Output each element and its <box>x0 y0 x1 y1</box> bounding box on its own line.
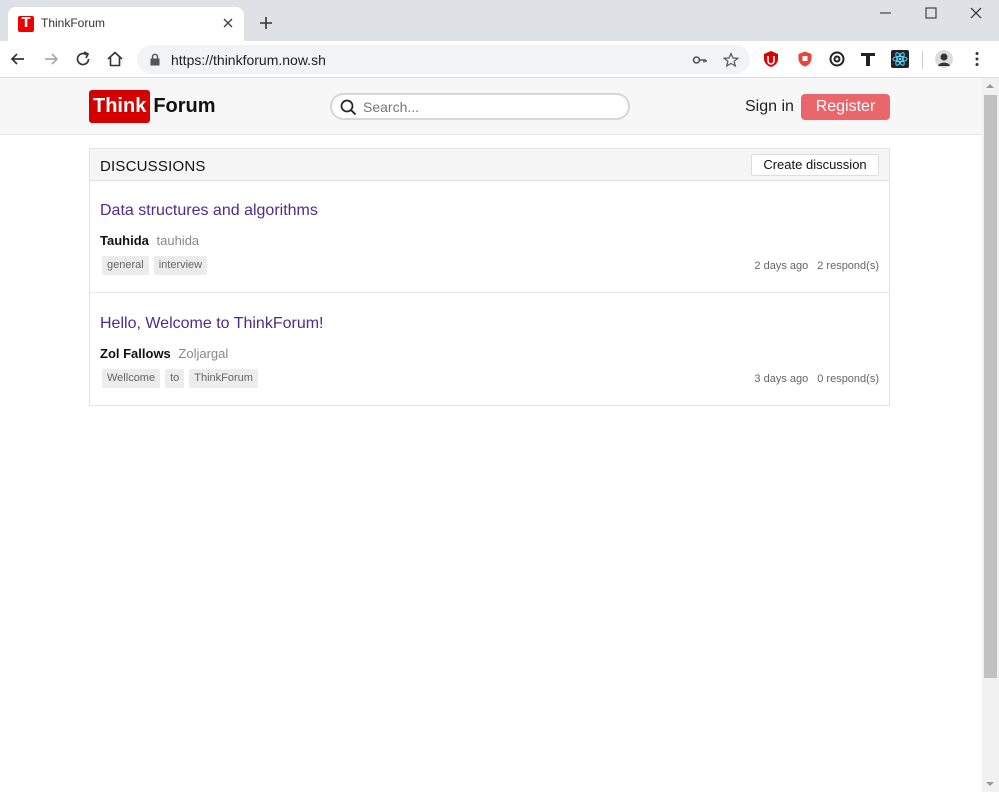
browser-toolbar: https://thinkforum.now.sh <box>0 41 999 78</box>
url-text: https://thinkforum.now.sh <box>171 52 326 68</box>
author-name[interactable]: Zol Fallows <box>100 346 171 361</box>
discussion-responses: 2 respond(s) <box>817 260 879 272</box>
search-box[interactable] <box>330 93 630 120</box>
ublock-extension-icon[interactable] <box>762 50 780 68</box>
discussion-time: 2 days ago <box>754 260 809 272</box>
forward-icon[interactable] <box>41 49 61 69</box>
reload-icon[interactable] <box>73 49 93 69</box>
shield-extension-icon[interactable] <box>796 50 814 68</box>
typography-extension-icon[interactable] <box>859 50 877 68</box>
discussion-meta: 2 days ago 2 respond(s) <box>754 260 879 272</box>
discussion-author: Tauhida tauhida <box>100 233 199 248</box>
discussion-author: Zol Fallows Zoljargal <box>100 346 228 361</box>
discussion-tags: general interview <box>102 256 208 275</box>
page-scrollbar[interactable] <box>982 78 999 792</box>
discussion-item: Hello, Welcome to ThinkForum! Zol Fallow… <box>90 294 889 406</box>
discussions-title: DISCUSSIONS <box>100 158 206 175</box>
discussion-meta: 3 days ago 0 respond(s) <box>754 373 879 385</box>
discussion-time: 3 days ago <box>754 373 809 385</box>
author-username[interactable]: Zoljargal <box>178 346 228 361</box>
sync-extension-icon[interactable] <box>828 50 846 68</box>
sign-in-link[interactable]: Sign in <box>745 98 794 116</box>
minimize-icon[interactable] <box>876 5 896 21</box>
close-tab-icon[interactable] <box>220 15 236 31</box>
site-favicon-icon: T <box>18 16 34 32</box>
logo-think-text: Think <box>89 90 151 123</box>
register-button[interactable]: Register <box>801 94 890 120</box>
discussion-title-link[interactable]: Data structures and algorithms <box>100 202 318 220</box>
react-devtools-icon[interactable] <box>891 50 909 68</box>
author-username[interactable]: tauhida <box>157 233 200 248</box>
new-tab-icon[interactable] <box>257 14 275 32</box>
key-icon[interactable] <box>692 52 708 68</box>
discussion-responses: 0 respond(s) <box>817 373 879 385</box>
bookmark-star-icon[interactable] <box>723 52 739 68</box>
discussion-title-link[interactable]: Hello, Welcome to ThinkForum! <box>100 315 323 333</box>
browser-tab[interactable]: T ThinkForum <box>8 7 244 41</box>
tag[interactable]: general <box>102 256 149 275</box>
tag[interactable]: Wellcome <box>102 369 161 388</box>
browser-tab-strip: T ThinkForum <box>0 0 999 41</box>
tag[interactable]: to <box>165 369 185 388</box>
search-icon <box>340 99 357 116</box>
logo-forum-text: Forum <box>153 95 216 117</box>
home-icon[interactable] <box>105 49 125 69</box>
scroll-up-arrow-icon[interactable] <box>986 84 994 88</box>
profile-avatar-icon[interactable] <box>935 50 953 68</box>
site-header: Think Forum Sign in Register <box>0 78 982 135</box>
discussion-tags: Wellcome to ThinkForum <box>102 369 258 388</box>
window-close-icon[interactable] <box>966 5 986 21</box>
tag[interactable]: interview <box>153 256 208 275</box>
back-icon[interactable] <box>8 49 28 69</box>
lock-icon <box>150 53 160 66</box>
author-name[interactable]: Tauhida <box>100 233 149 248</box>
scrollbar-thumb[interactable] <box>984 95 997 678</box>
tag[interactable]: ThinkForum <box>189 369 258 388</box>
create-discussion-button[interactable]: Create discussion <box>751 154 879 176</box>
maximize-icon[interactable] <box>921 5 941 21</box>
browser-menu-icon[interactable] <box>968 50 986 68</box>
discussion-item: Data structures and algorithms Tauhida t… <box>90 181 889 293</box>
toolbar-divider <box>922 51 923 69</box>
discussions-header: DISCUSSIONS Create discussion <box>90 149 889 181</box>
tab-title: ThinkForum <box>41 16 106 30</box>
address-bar[interactable]: https://thinkforum.now.sh <box>137 45 750 74</box>
search-input[interactable] <box>363 97 618 117</box>
scroll-down-arrow-icon[interactable] <box>986 782 994 786</box>
thinkforum-logo[interactable]: Think Forum <box>89 90 216 123</box>
discussions-panel: DISCUSSIONS Create discussion Data struc… <box>89 148 890 406</box>
